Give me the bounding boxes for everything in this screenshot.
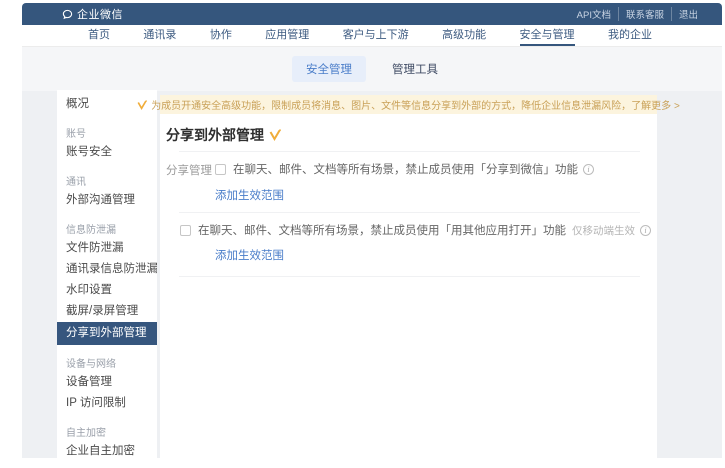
- main-nav: 首页 通讯录 协作 应用管理 客户与上下游 高级功能 安全与管理 我的企业: [22, 25, 722, 47]
- sidebar-item-screen-capture-management[interactable]: 截屏/录屏管理: [57, 301, 157, 322]
- page-title: 分享到外部管理: [166, 125, 264, 145]
- sidebar-group-label-device-network: 设备与网络: [57, 357, 157, 372]
- contact-support-link[interactable]: 联系客服: [618, 7, 664, 21]
- sidebar-item-device-management[interactable]: 设备管理: [57, 372, 157, 393]
- share-management-label: 分享管理: [166, 161, 215, 178]
- subtab-strip: 安全管理 管理工具: [22, 47, 722, 91]
- premium-gold-v-icon: [137, 100, 147, 110]
- mobile-only-note: 仅移动端生效: [572, 223, 635, 238]
- nav-tab-home[interactable]: 首页: [88, 25, 110, 46]
- sidebar-item-file-leak-prevention[interactable]: 文件防泄漏: [57, 238, 157, 259]
- nav-tab-app-management[interactable]: 应用管理: [265, 25, 309, 46]
- nav-tab-customers[interactable]: 客户与上下游: [343, 25, 409, 46]
- forbid-open-with-other-apps-checkbox[interactable]: [180, 225, 191, 236]
- sidebar-item-watermark-settings[interactable]: 水印设置: [57, 280, 157, 301]
- sidebar-item-external-communication[interactable]: 外部沟通管理: [57, 190, 157, 211]
- nav-tab-advanced-features[interactable]: 高级功能: [442, 25, 486, 46]
- screenshot-root: 企业微信 API文档 联系客服 退出 首页 通讯录 协作 应用管理 客户与上下游…: [0, 0, 725, 468]
- sidebar-item-contacts-leak-prevention[interactable]: 通讯录信息防泄漏: [57, 259, 157, 280]
- content-area: 安全管理 管理工具 概况 账号 账号安全 通讯 外部沟通管理 信息防泄漏 文件防…: [22, 47, 722, 458]
- logo-text: 企业微信: [77, 6, 123, 22]
- sidebar-group-label-info-leak-prevention: 信息防泄漏: [57, 223, 157, 238]
- add-scope-link[interactable]: 添加生效范围: [215, 187, 284, 203]
- nav-tab-my-company[interactable]: 我的企业: [608, 25, 652, 46]
- logout-link[interactable]: 退出: [671, 7, 698, 21]
- sidebar-group-label-self-encryption: 自主加密: [57, 426, 157, 441]
- upgrade-banner: 为成员开通安全高级功能，限制成员将消息、图片、文件等信息分享到外部的方式，降低企…: [160, 95, 657, 114]
- learn-more-link[interactable]: 了解更多 >: [631, 97, 680, 112]
- main-panel: 分享到外部管理 分享管理 在聊天、邮件、文档等所有场景，禁止成员使用「分享到微信…: [160, 114, 657, 458]
- sidebar-item-ip-access-restriction[interactable]: IP 访问限制: [57, 393, 157, 414]
- banner-text: 为成员开通安全高级功能，限制成员将消息、图片、文件等信息分享到外部的方式，降低企…: [151, 97, 631, 112]
- nav-tab-security-management[interactable]: 安全与管理: [520, 25, 575, 46]
- info-icon[interactable]: i: [583, 164, 594, 175]
- rule-text: 在聊天、邮件、文档等所有场景，禁止成员使用「用其他应用打开」功能: [198, 222, 566, 238]
- divider: [179, 276, 640, 277]
- rule-text: 在聊天、邮件、文档等所有场景，禁止成员使用「分享到微信」功能: [233, 161, 578, 177]
- sidebar-group-label-account: 账号: [57, 127, 157, 142]
- topbar-links: API文档 联系客服 退出: [577, 7, 698, 21]
- sidebar: 概况 账号 账号安全 通讯 外部沟通管理 信息防泄漏 文件防泄漏 通讯录信息防泄…: [57, 90, 157, 458]
- topbar: 企业微信 API文档 联系客服 退出: [22, 3, 722, 25]
- sidebar-item-external-share-management[interactable]: 分享到外部管理: [57, 322, 157, 345]
- subtab-security-management[interactable]: 安全管理: [292, 56, 366, 82]
- subtab-management-tools[interactable]: 管理工具: [378, 56, 452, 82]
- admin-window: 企业微信 API文档 联系客服 退出 首页 通讯录 协作 应用管理 客户与上下游…: [22, 3, 722, 458]
- premium-gold-v-icon: [269, 129, 281, 141]
- wecom-logo[interactable]: 企业微信: [62, 6, 123, 22]
- add-scope-link[interactable]: 添加生效范围: [215, 247, 284, 263]
- sidebar-item-enterprise-self-encryption[interactable]: 企业自主加密: [57, 441, 157, 458]
- nav-tab-collaboration[interactable]: 协作: [210, 25, 232, 46]
- nav-tab-contacts[interactable]: 通讯录: [143, 25, 176, 46]
- info-icon[interactable]: i: [640, 225, 651, 236]
- sidebar-group-label-communication: 通讯: [57, 175, 157, 190]
- api-docs-link[interactable]: API文档: [577, 7, 611, 21]
- chat-bubble-icon: [62, 9, 73, 20]
- sidebar-item-account-security[interactable]: 账号安全: [57, 142, 157, 163]
- forbid-share-to-wechat-checkbox[interactable]: [215, 164, 226, 175]
